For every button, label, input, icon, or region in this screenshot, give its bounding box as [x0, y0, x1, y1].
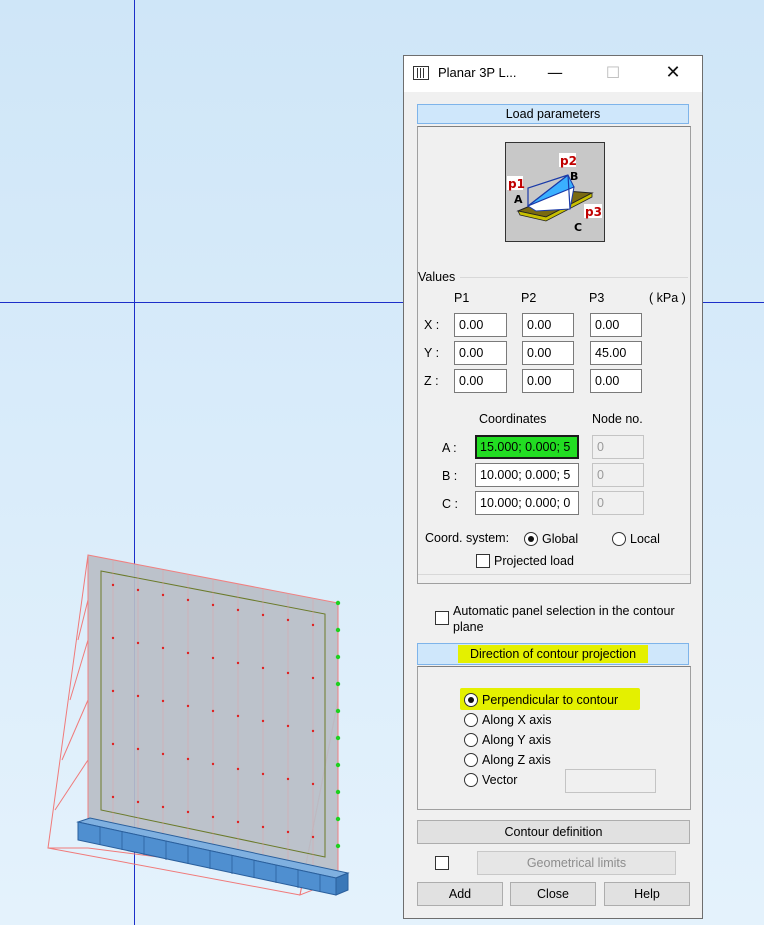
help-button[interactable]: Help: [604, 882, 690, 906]
load-parameters-header[interactable]: Load parameters: [417, 104, 689, 124]
unit-label: ( kPa ): [649, 291, 686, 305]
planar-load-diagram: p1 p2 p3 A B C: [507, 153, 602, 234]
contour-definition-button[interactable]: Contour definition: [417, 820, 690, 844]
maximize-button[interactable]: ☐: [590, 56, 636, 92]
col-p1-label: P1: [454, 291, 470, 305]
along-x-radio[interactable]: [464, 713, 478, 727]
along-x-label[interactable]: Along X axis: [482, 713, 551, 727]
diagram-label-a: A: [514, 193, 523, 206]
node-c-field[interactable]: 0: [592, 491, 644, 515]
perpendicular-label[interactable]: Perpendicular to contour: [482, 693, 618, 707]
z-p1-field[interactable]: 0.00: [454, 369, 507, 393]
along-z-label[interactable]: Along Z axis: [482, 753, 551, 767]
coord-c-label: C :: [442, 497, 458, 511]
global-radio[interactable]: [524, 532, 538, 546]
coord-b-label: B :: [442, 469, 458, 483]
y-p3-field[interactable]: 45.00: [590, 341, 642, 365]
x-p2-field[interactable]: 0.00: [522, 313, 574, 337]
node-b-field[interactable]: 0: [592, 463, 644, 487]
projected-load-checkbox[interactable]: [476, 554, 490, 568]
coordinates-col-label: Coordinates: [479, 412, 547, 426]
perpendicular-radio[interactable]: [464, 693, 478, 707]
projected-load-label[interactable]: Projected load: [494, 554, 574, 568]
close-button[interactable]: Close: [510, 882, 596, 906]
y-p1-field[interactable]: 0.00: [454, 341, 507, 365]
app-icon: [413, 66, 429, 80]
direction-header[interactable]: Direction of contour projection: [417, 643, 689, 665]
geometrical-limits-checkbox[interactable]: [435, 856, 449, 870]
col-p3-label: P3: [589, 291, 605, 305]
minimize-button[interactable]: —: [532, 56, 578, 92]
row-x-label: X :: [424, 318, 440, 332]
node-a-field[interactable]: 0: [592, 435, 644, 459]
auto-panel-selection-checkbox[interactable]: [435, 611, 449, 625]
row-y-label: Y :: [424, 346, 440, 360]
coord-c-field[interactable]: 10.000; 0.000; 0: [475, 491, 579, 515]
add-button[interactable]: Add: [417, 882, 503, 906]
coord-a-field[interactable]: 15.000; 0.000; 5: [475, 435, 579, 459]
local-label[interactable]: Local: [630, 532, 660, 546]
close-window-button[interactable]: ✕: [650, 56, 696, 92]
diagram-label-c: C: [574, 221, 582, 234]
values-label: Values: [418, 270, 456, 284]
row-z-label: Z :: [424, 374, 439, 388]
diagram-label-p1: p1: [508, 177, 525, 191]
y-p2-field[interactable]: 0.00: [522, 341, 574, 365]
auto-panel-selection-label[interactable]: Automatic panel selection in the contour…: [453, 603, 693, 635]
local-radio[interactable]: [612, 532, 626, 546]
x-p3-field[interactable]: 0.00: [590, 313, 642, 337]
load-diagram-image: p1 p2 p3 A B C: [505, 142, 605, 242]
diagram-label-b: B: [570, 170, 578, 183]
direction-header-label: Direction of contour projection: [457, 645, 649, 663]
along-y-label[interactable]: Along Y axis: [482, 733, 551, 747]
diagram-label-p3: p3: [585, 205, 602, 219]
title-bar[interactable]: Planar 3P L... — ☐ ✕: [404, 56, 702, 92]
global-label[interactable]: Global: [542, 532, 578, 546]
vector-label[interactable]: Vector: [482, 773, 517, 787]
along-z-radio[interactable]: [464, 753, 478, 767]
col-p2-label: P2: [521, 291, 537, 305]
along-y-radio[interactable]: [464, 733, 478, 747]
coord-b-field[interactable]: 10.000; 0.000; 5: [475, 463, 579, 487]
vector-field[interactable]: [565, 769, 656, 793]
z-p3-field[interactable]: 0.00: [590, 369, 642, 393]
dialog-title: Planar 3P L...: [438, 65, 517, 80]
node-no-col-label: Node no.: [592, 412, 643, 426]
planar-3p-load-dialog: Planar 3P L... — ☐ ✕ Load parameters p1 …: [403, 55, 703, 919]
z-p2-field[interactable]: 0.00: [522, 369, 574, 393]
geometrical-limits-button[interactable]: Geometrical limits: [477, 851, 676, 875]
diagram-label-p2: p2: [560, 154, 577, 168]
x-p1-field[interactable]: 0.00: [454, 313, 507, 337]
vector-radio[interactable]: [464, 773, 478, 787]
coord-system-label: Coord. system:: [425, 531, 510, 545]
panel-bottom-separator: [418, 574, 690, 575]
coord-a-label: A :: [442, 441, 457, 455]
values-separator: [460, 277, 688, 278]
